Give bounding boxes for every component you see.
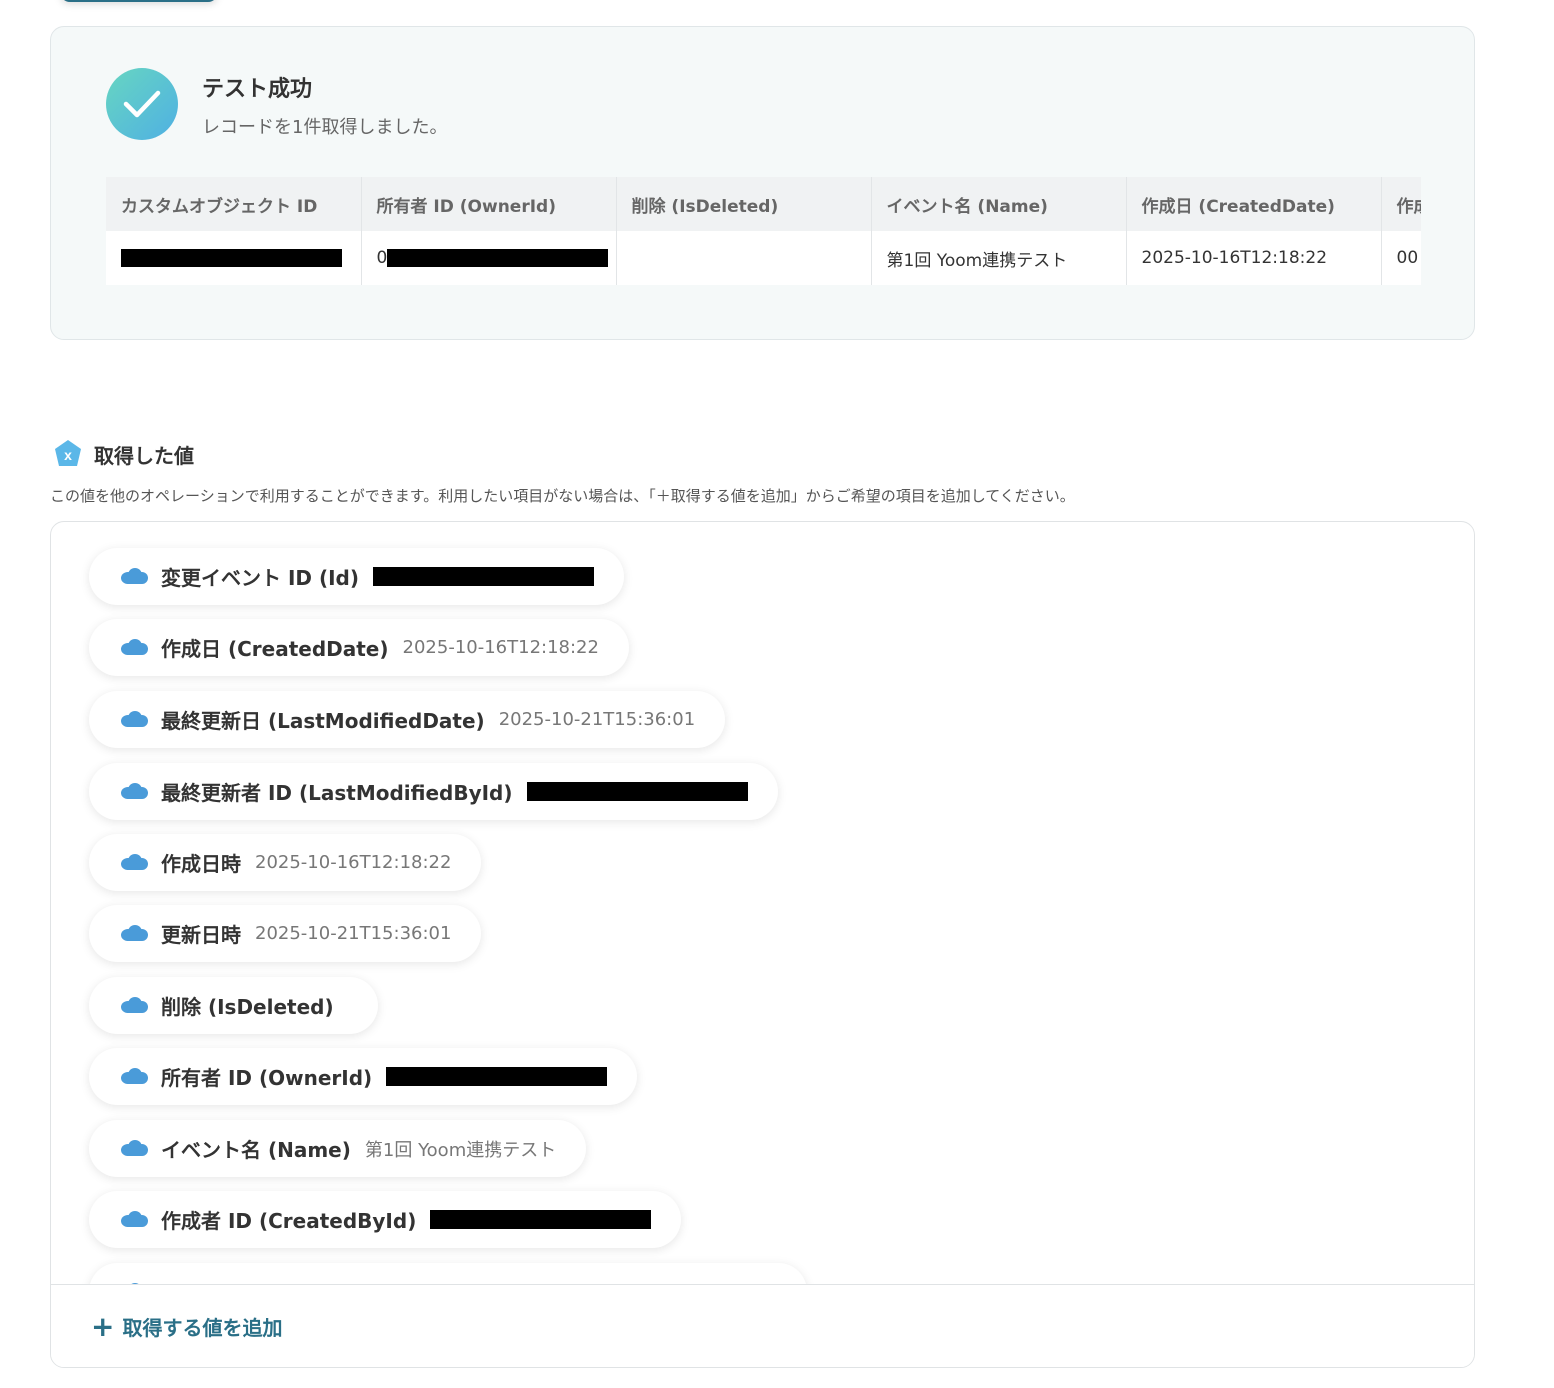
cell-custom-object-id [106,231,362,285]
value-label: 最終更新者 ID (LastModifiedById) [161,781,513,805]
col-header-custom-object-id: カスタムオブジェクト ID [106,177,362,231]
col-header-owner-id: 所有者 ID (OwnerId) [361,177,617,231]
check-icon [106,68,178,140]
variable-icon: x [55,440,81,466]
redacted-value [526,782,748,801]
cell-is-deleted [616,231,872,285]
table-header-row: カスタムオブジェクト ID 所有者 ID (OwnerId) 削除 (IsDel… [106,177,1421,231]
value-pill[interactable]: 変更イベント ID (Id) [89,548,625,605]
value-label: イベント名 (Name) [161,1138,351,1162]
salesforce-cloud-icon [121,567,148,584]
value-label: 作成日 (CreatedDate) [161,637,389,661]
value-label: 作成日時 [161,852,241,876]
redacted-value [121,249,342,267]
cell-owner-id: 0 [361,231,617,285]
panel-footer: + 取得する値を追加 [51,1284,1474,1367]
value-list[interactable]: 変更イベント ID (Id) 作成日 (CreatedDate) 2025-10… [51,522,1474,1284]
salesforce-cloud-icon [121,1210,148,1227]
value-pill[interactable]: 所有者 ID (OwnerId) [89,1048,638,1105]
cell-truncated: 00 [1381,231,1421,285]
redacted-value [386,1067,608,1086]
previous-button-edge[interactable] [60,0,218,2]
value-pill[interactable]: 作成日 (CreatedDate) 2025-10-16T12:18:22 [89,619,629,676]
value-text: 2025-10-21T15:36:01 [498,709,696,730]
value-label: 変更イベント ID (Id) [161,566,360,590]
acquired-values-header: x 取得した値 [52,438,194,470]
col-header-name: イベント名 (Name) [871,177,1127,231]
value-text: 2025-10-16T12:18:22 [255,852,452,873]
salesforce-cloud-icon [121,710,148,727]
table-row: 0 第1回 Yoom連携テスト 2025-10-16T12:18:22 00 [106,231,1421,285]
salesforce-cloud-icon [121,638,148,655]
salesforce-cloud-icon [121,924,148,941]
value-pill[interactable]: 更新日時 2025-10-21T15:36:01 [89,905,482,962]
col-header-created-date: 作成日 (CreatedDate) [1126,177,1382,231]
acquired-values-panel: 変更イベント ID (Id) 作成日 (CreatedDate) 2025-10… [50,521,1475,1368]
salesforce-cloud-icon [121,782,148,799]
success-title: テスト成功 [202,77,313,102]
section-description: この値を他のオペレーションで利用することができます。利用したい項目がない場合は、… [50,487,1075,505]
value-pill-partial[interactable] [89,1263,807,1284]
test-result-panel: テスト成功 レコードを1件取得しました。 カスタムオブジェクト ID 所有者 I… [50,26,1475,340]
cell-name: 第1回 Yoom連携テスト [871,231,1127,285]
redacted-value [430,1210,652,1229]
value-label: 最終更新日 (LastModifiedDate) [161,709,485,733]
value-text: 2025-10-21T15:36:01 [255,923,452,944]
col-header-truncated: 作成 [1381,177,1421,231]
value-pill[interactable]: 作成者 ID (CreatedById) [89,1191,682,1248]
col-header-is-deleted: 削除 (IsDeleted) [616,177,872,231]
section-title: 取得した値 [94,443,194,468]
value-text: 2025-10-16T12:18:22 [402,637,599,658]
value-pill[interactable]: イベント名 (Name) 第1回 Yoom連携テスト [89,1120,587,1177]
salesforce-cloud-icon [121,853,148,870]
svg-text:x: x [64,447,72,463]
plus-icon: + [91,1309,115,1343]
value-pill[interactable]: 削除 (IsDeleted) [89,977,378,1034]
value-label: 作成者 ID (CreatedById) [161,1209,417,1233]
result-table: カスタムオブジェクト ID 所有者 ID (OwnerId) 削除 (IsDel… [106,177,1421,287]
value-label: 所有者 ID (OwnerId) [161,1066,373,1090]
salesforce-cloud-icon [121,1139,148,1156]
salesforce-cloud-icon [121,996,148,1013]
redacted-value [373,567,595,586]
success-subtitle: レコードを1件取得しました。 [202,117,448,138]
add-value-button[interactable]: + 取得する値を追加 [91,1312,282,1341]
redacted-value [387,249,609,267]
value-pill[interactable]: 最終更新日 (LastModifiedDate) 2025-10-21T15:3… [89,691,726,748]
value-label: 更新日時 [161,923,241,947]
value-pill[interactable]: 最終更新者 ID (LastModifiedById) [89,763,778,820]
value-pill[interactable]: 作成日時 2025-10-16T12:18:22 [89,834,482,891]
salesforce-cloud-icon [121,1067,148,1084]
add-value-label: 取得する値を追加 [122,1316,283,1340]
cell-created-date: 2025-10-16T12:18:22 [1126,231,1382,285]
value-text: 第1回 Yoom連携テスト [364,1139,557,1161]
value-label: 削除 (IsDeleted) [161,995,334,1019]
